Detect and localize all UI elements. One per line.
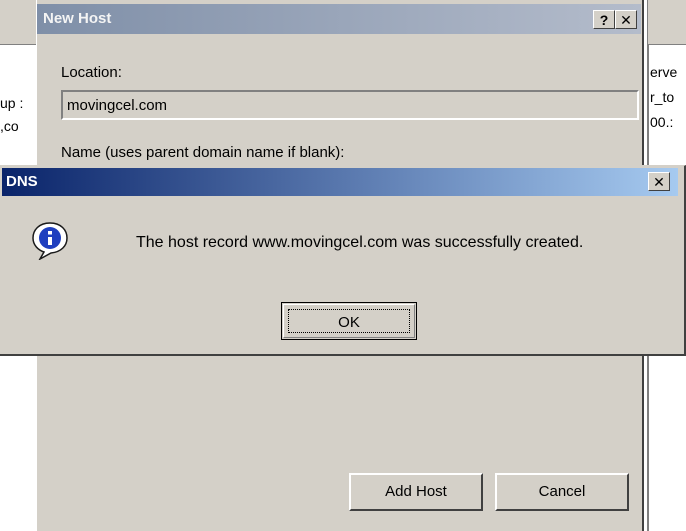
- background-text-fragment: 00.:: [650, 114, 674, 130]
- cancel-button[interactable]: Cancel: [495, 473, 629, 511]
- ok-button-label: OK: [288, 309, 410, 333]
- background-text-fragment: erve: [650, 64, 678, 80]
- dns-message-dialog: DNS ✕ The host record www.movingcel.com …: [0, 165, 686, 356]
- name-label: Name (uses parent domain name if blank):: [61, 144, 345, 161]
- background-window-header-left: [0, 0, 36, 45]
- location-field[interactable]: movingcel.com: [61, 90, 639, 120]
- dns-message-text: The host record www.movingcel.com was su…: [136, 234, 584, 251]
- location-label: Location:: [61, 64, 122, 81]
- background-window-header-right: [648, 0, 686, 45]
- close-button[interactable]: ✕: [648, 172, 670, 191]
- close-button[interactable]: ✕: [615, 10, 637, 29]
- background-text-fragment: up :: [0, 95, 24, 111]
- new-host-titlebar[interactable]: New Host ? ✕: [37, 4, 641, 34]
- add-host-button[interactable]: Add Host: [349, 473, 483, 511]
- ok-button-bevel: OK: [283, 304, 415, 338]
- background-text-fragment: r_to: [650, 89, 675, 105]
- ok-button[interactable]: OK: [281, 302, 417, 340]
- new-host-title: New Host: [43, 10, 112, 27]
- dns-title: DNS: [6, 173, 38, 190]
- background-text-fragment: ,co: [0, 118, 19, 134]
- information-icon: [32, 222, 68, 260]
- help-button[interactable]: ?: [593, 10, 615, 29]
- dns-titlebar[interactable]: DNS ✕: [2, 168, 678, 196]
